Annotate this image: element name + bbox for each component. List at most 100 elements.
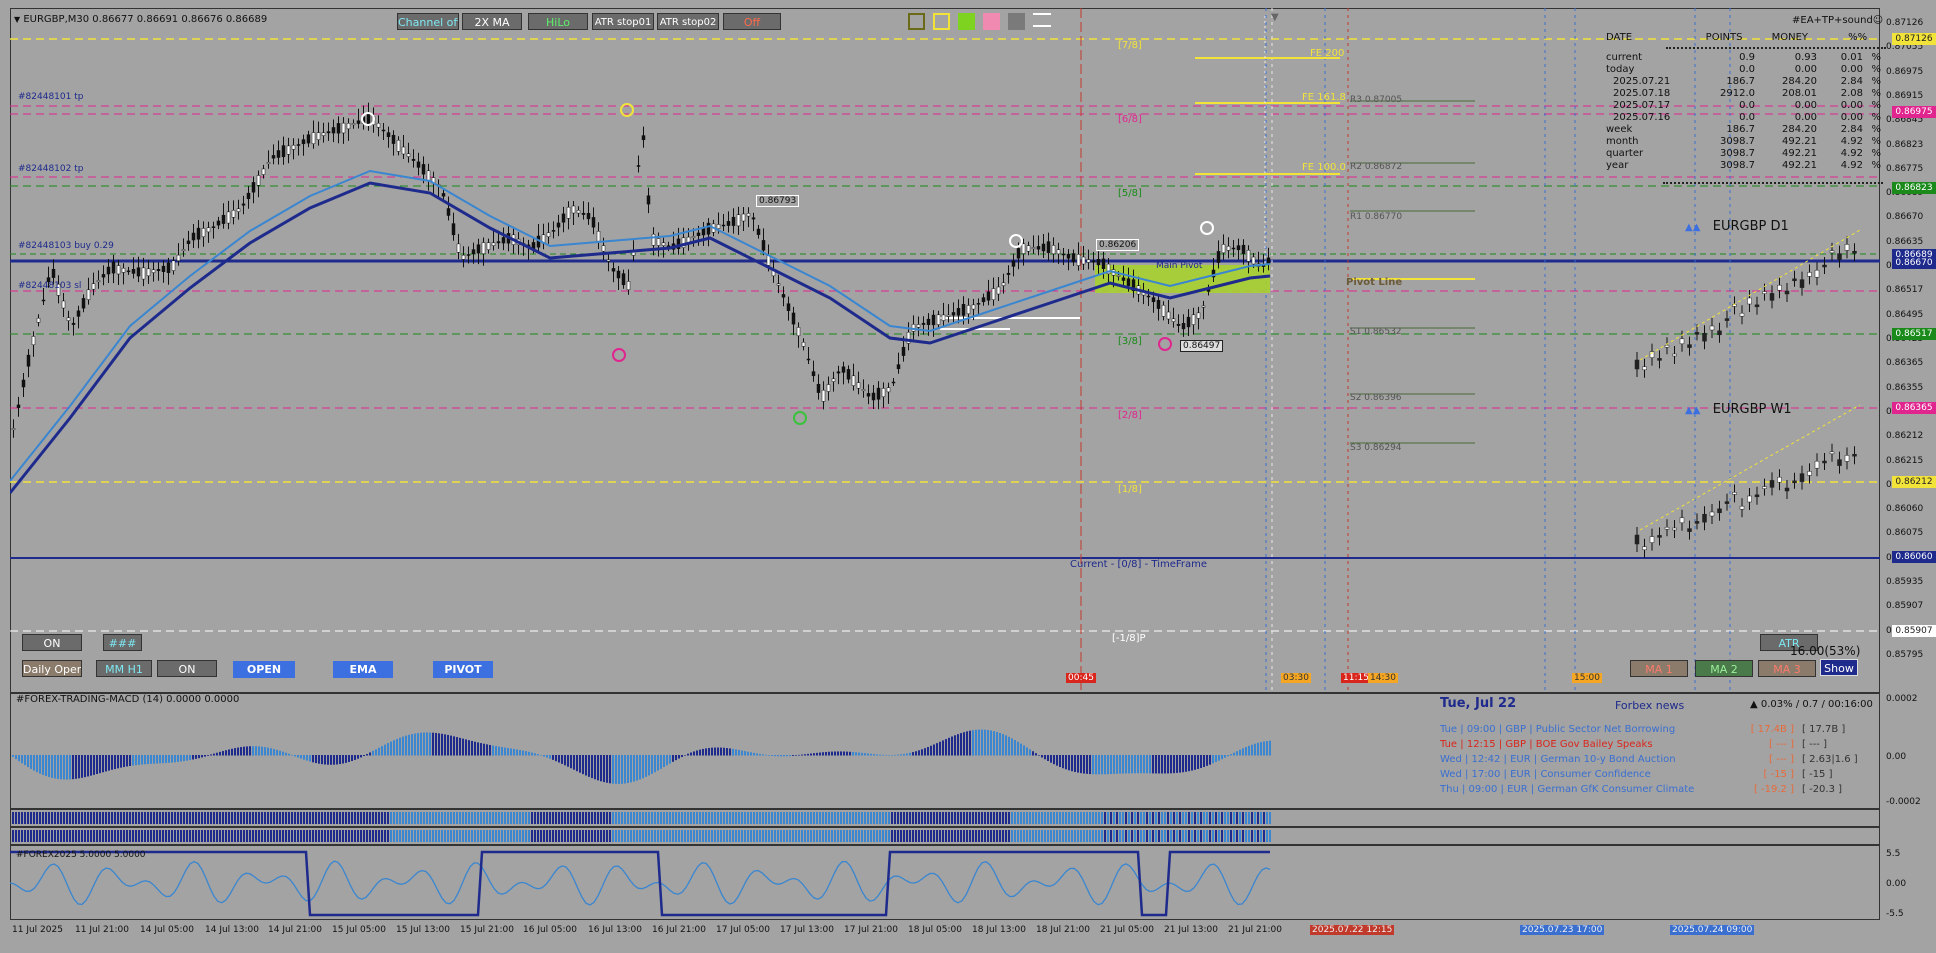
channel-off-button[interactable]: Channel off: [397, 13, 459, 30]
macd-bar: [1116, 755, 1118, 774]
trend-bar: [1047, 830, 1049, 842]
stats-cell: year: [1606, 160, 1629, 171]
macd-bar: [30, 755, 32, 769]
trend-bar: [39, 830, 41, 842]
2x-ma-button[interactable]: 2X MA: [462, 13, 522, 30]
atr-stop02-button[interactable]: ATR stop02: [657, 13, 719, 30]
trend-bar: [186, 812, 188, 824]
news-time: 17:00: [1471, 769, 1501, 780]
macd-bar: [498, 746, 500, 756]
pivot-r1: R1 0.86770: [1350, 212, 1403, 222]
trend-bar: [342, 830, 344, 842]
trend-bar: [900, 812, 902, 824]
hash-button[interactable]: ###: [103, 634, 142, 651]
stats-panel: DATE POINTS MONEY %% current 0.9 0.93 0.01%…: [1603, 32, 1889, 184]
macd-bar: [1005, 735, 1007, 756]
macd-bar: [324, 755, 326, 765]
trend-bar: [156, 812, 158, 824]
stats-row: quarter 3098.7 492.21 4.92%: [1603, 148, 1884, 160]
news-row[interactable]: Wed | 17:00 | EUR | Consumer Confidence[…: [1436, 767, 1876, 782]
candle-body: [336, 123, 341, 134]
candle-body: [421, 164, 426, 175]
open-button[interactable]: OPEN: [233, 661, 295, 678]
stats-cell: 0.0: [1739, 64, 1755, 75]
candle-body: [276, 150, 281, 158]
trend-bar: [795, 830, 797, 842]
pivot-button[interactable]: PIVOT: [433, 661, 493, 678]
swatch-1[interactable]: [908, 13, 925, 30]
trend-bar: [579, 830, 581, 842]
trend-bar: [1209, 830, 1211, 842]
candle-body: [486, 242, 491, 250]
trend-bar: [840, 830, 842, 842]
macd-bar: [612, 755, 614, 784]
macd-bar: [1137, 755, 1139, 774]
daily-open-button[interactable]: Daily Open: [22, 660, 82, 677]
fe-161-label: FE 161.8: [1302, 92, 1346, 103]
macd-bar: [1206, 755, 1208, 766]
trend-bar: [360, 830, 362, 842]
trend-bar: [663, 830, 665, 842]
murrey-7-8: [7/8]: [1118, 40, 1142, 51]
macd-bar: [228, 749, 230, 756]
ma2-button[interactable]: MA 2: [1695, 660, 1753, 677]
trend-bar: [699, 830, 701, 842]
mini-candle-body: [1724, 318, 1730, 321]
ma1-button[interactable]: MA 1: [1630, 660, 1688, 677]
trend-bar: [828, 830, 830, 842]
swatch-6[interactable]: [1033, 13, 1051, 27]
candle-body: [351, 123, 356, 126]
hilo-button[interactable]: HiLo: [528, 13, 588, 30]
dropdown-icon[interactable]: ▼: [14, 15, 20, 24]
trend-bar: [1056, 812, 1058, 824]
stats-table: DATE POINTS MONEY %%: [1603, 32, 1889, 52]
atr-stop01-button[interactable]: ATR stop01: [592, 13, 654, 30]
candle-body: [21, 379, 26, 388]
trend-bar: [1116, 812, 1118, 824]
trend-bar: [402, 830, 404, 842]
trend-bar: [429, 812, 431, 824]
candle-body: [91, 283, 96, 290]
trend-bar: [1101, 830, 1103, 842]
ema-button[interactable]: EMA: [333, 661, 393, 678]
mini-candle-body: [1687, 528, 1692, 532]
news-row[interactable]: Thu | 09:00 | EUR | German GfK Consumer …: [1436, 782, 1876, 797]
news-row[interactable]: Tue | 12:15 | GBP | BOE Gov Bailey Speak…: [1436, 737, 1876, 752]
trend-bar: [975, 812, 977, 824]
mini-candle-body: [1762, 291, 1767, 294]
trend-bar: [219, 830, 221, 842]
off-button[interactable]: Off: [723, 13, 781, 30]
swatch-3[interactable]: [958, 13, 975, 30]
candle-body: [1121, 277, 1126, 281]
macd-bar: [939, 741, 941, 756]
swatch-4[interactable]: [983, 13, 1000, 30]
macd-bar: [627, 755, 629, 783]
trend-bar: [624, 812, 626, 824]
news-row[interactable]: Tue | 09:00 | GBP | Public Sector Net Bo…: [1436, 722, 1876, 737]
show-button[interactable]: Show: [1820, 659, 1858, 676]
trend-bar: [1086, 812, 1088, 824]
trend-bar: [180, 812, 182, 824]
trend-bar: [501, 830, 503, 842]
trend-bar: [762, 812, 764, 824]
macd-bar: [777, 755, 779, 757]
trend-bar: [777, 830, 779, 842]
news-actual: [ --- ]: [1769, 739, 1794, 750]
macd-bar: [981, 729, 983, 756]
ma3-button[interactable]: MA 3: [1758, 660, 1816, 677]
mini-candle-body: [1829, 451, 1835, 455]
on-button-2[interactable]: ON: [157, 660, 217, 677]
trend-bar: [45, 812, 47, 824]
trend-bar: [66, 812, 68, 824]
macd-bar: [1194, 755, 1196, 770]
on-button[interactable]: ON: [22, 634, 82, 651]
trend-bar: [345, 812, 347, 824]
trend-bar: [1107, 830, 1109, 842]
swatch-2[interactable]: [933, 13, 950, 30]
candle-body: [121, 267, 126, 273]
swatch-5[interactable]: [1008, 13, 1025, 30]
news-row[interactable]: Wed | 12:42 | EUR | German 10-y Bond Auc…: [1436, 752, 1876, 767]
trend-bar: [990, 812, 992, 824]
mini-candle-body: [1739, 505, 1745, 510]
mm-h1-button[interactable]: MM H1: [96, 660, 152, 677]
